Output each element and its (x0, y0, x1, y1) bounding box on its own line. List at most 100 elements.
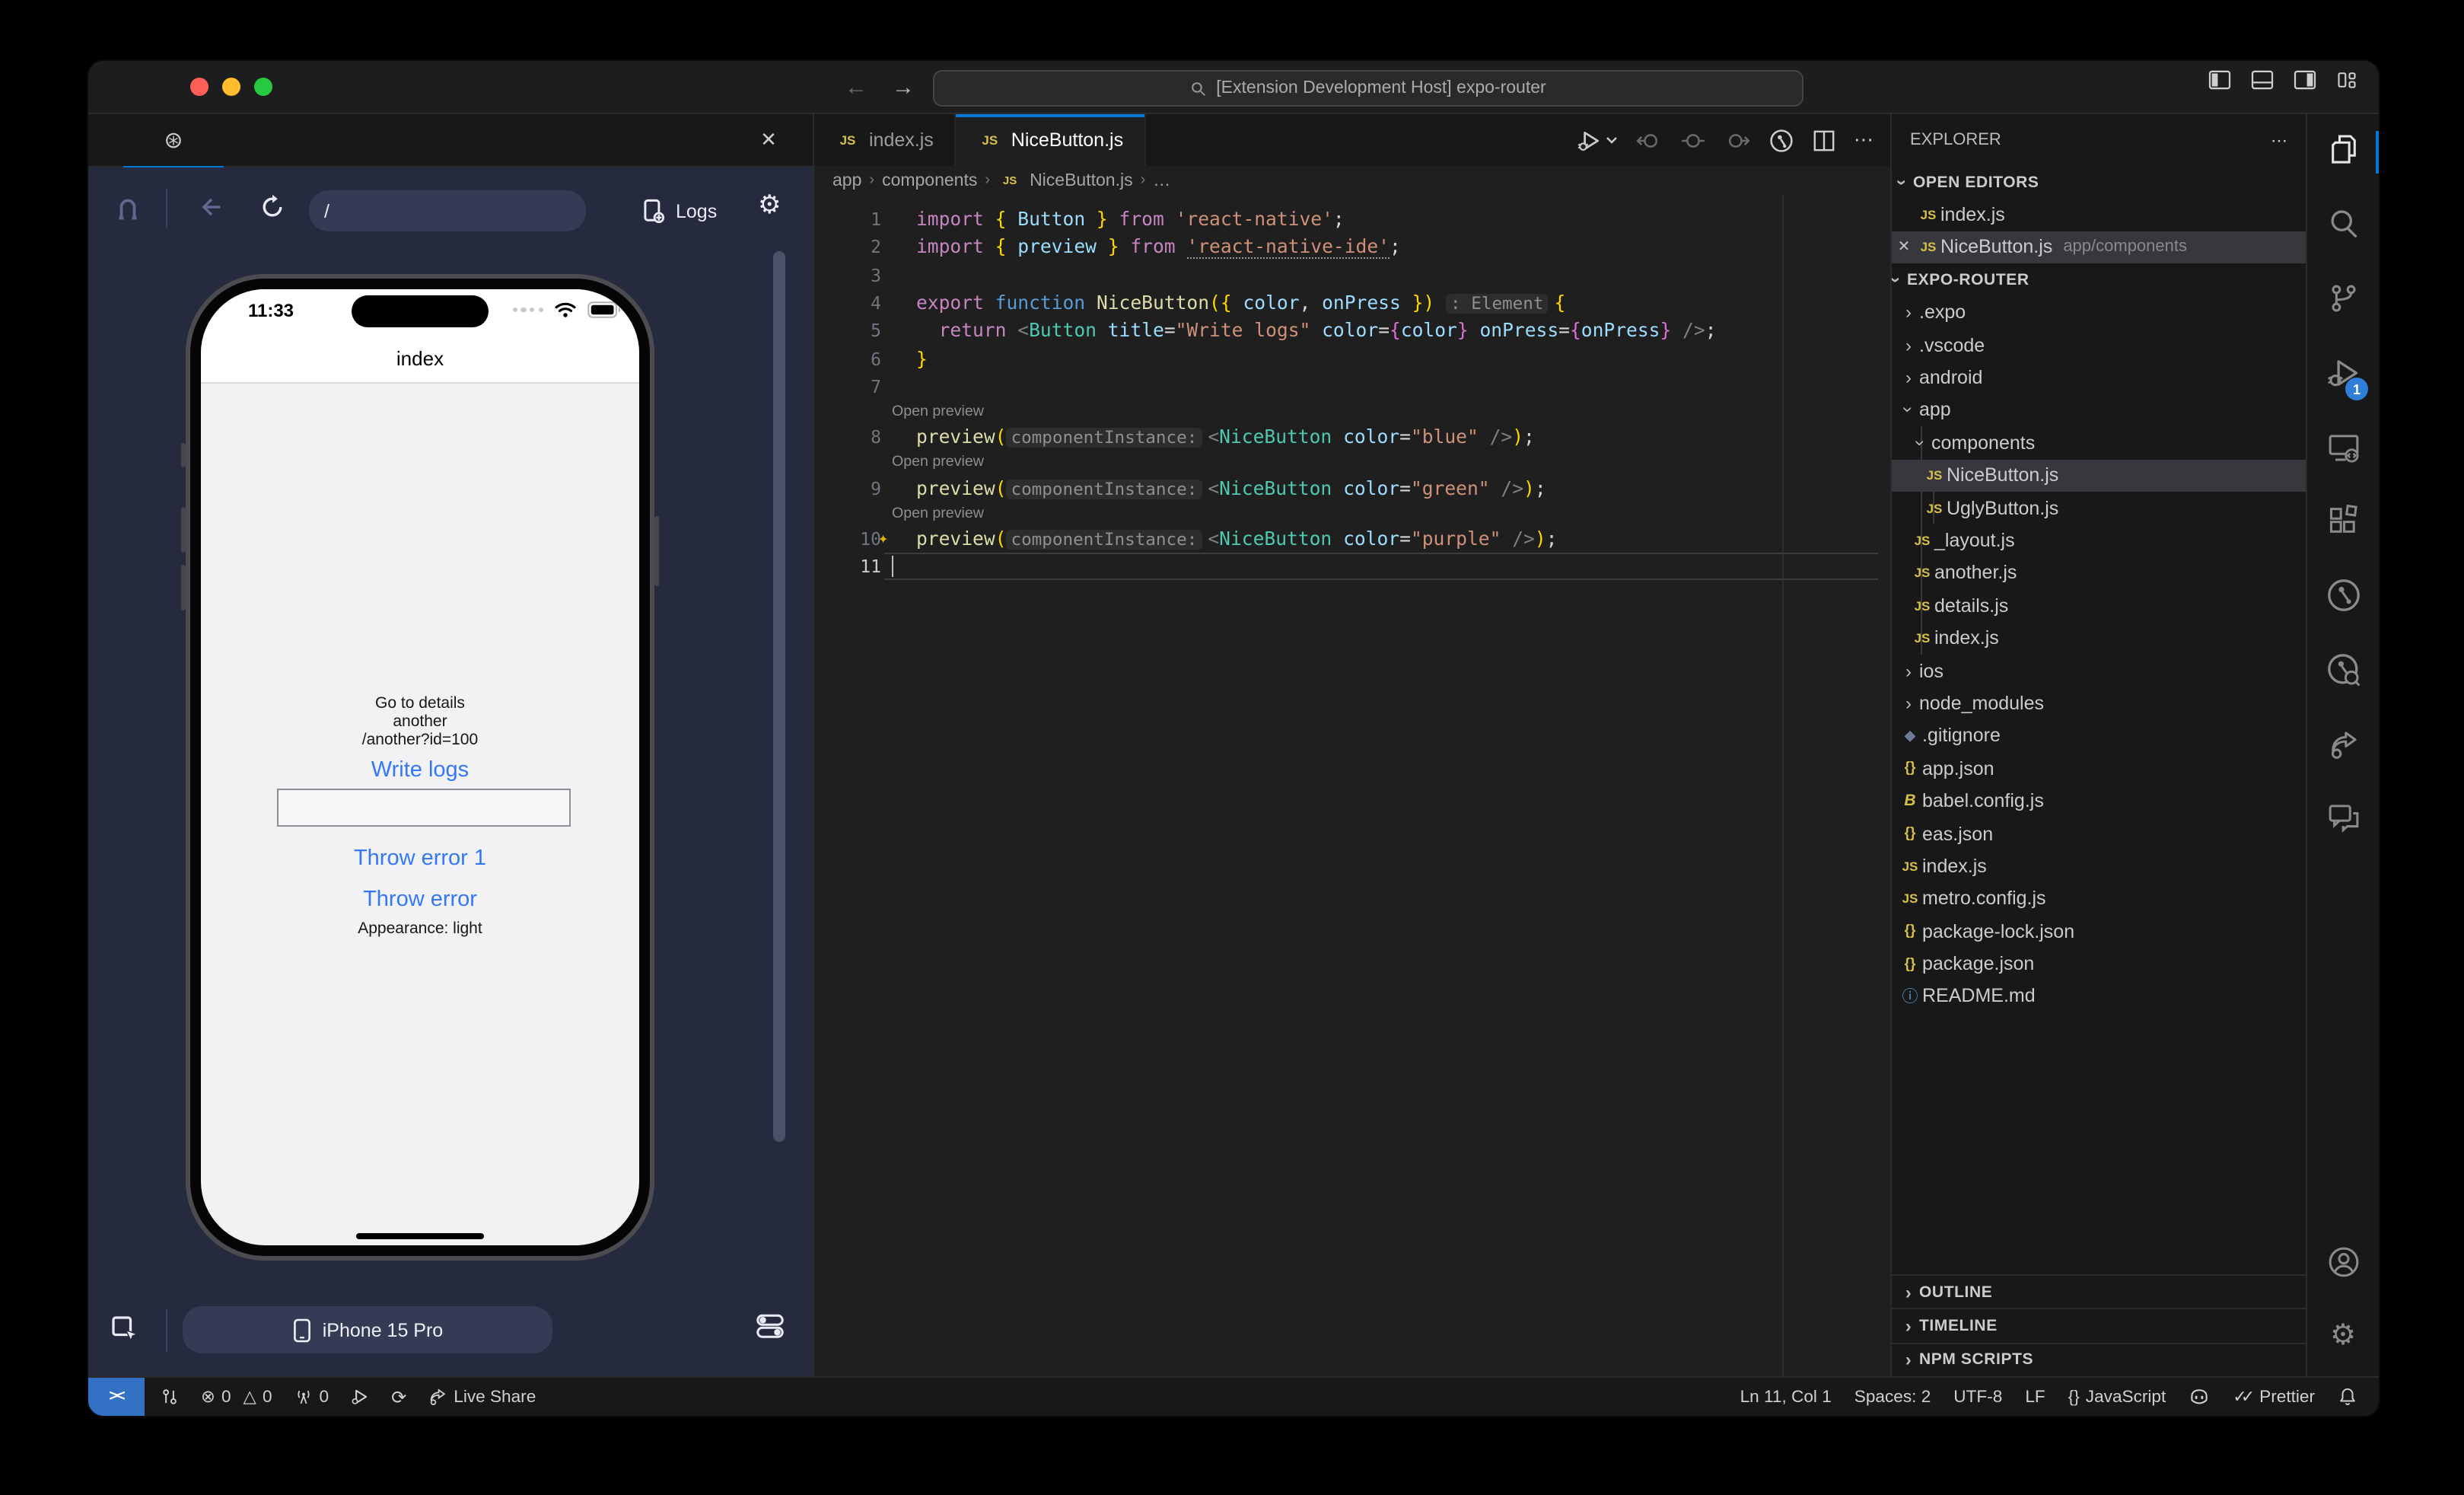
codelens-open-preview[interactable]: Open preview (814, 400, 1890, 423)
tree-item--gitignore[interactable]: ◆.gitignore (1892, 719, 2306, 752)
section-project-root[interactable]: ›EXPO-ROUTER (1892, 263, 2306, 296)
iphone-simulator[interactable]: 11:33 (186, 274, 654, 1261)
breadcrumb-file[interactable]: NiceButton.js (1030, 171, 1133, 190)
tree-item-index-js[interactable]: JSindex.js (1892, 850, 2306, 882)
split-editor-icon[interactable] (1813, 129, 1835, 151)
remote-explorer-view-icon[interactable] (2307, 417, 2379, 478)
record-step-icon[interactable] (1680, 127, 1706, 153)
tab-nicebutton-js[interactable]: JS NiceButton.js (957, 114, 1146, 166)
another-id-link[interactable]: /another?id=100 (201, 731, 639, 749)
tree-item--layout-js[interactable]: JS_layout.js (1892, 524, 2306, 557)
breadcrumb-components[interactable]: components (882, 171, 977, 190)
toggle-sidebar-right-icon[interactable] (2294, 70, 2316, 90)
code-line[interactable]: 2import { preview } from 'react-native-i… (814, 234, 1890, 262)
breadcrumb-app[interactable]: app (832, 171, 861, 190)
language-mode[interactable]: {} JavaScript (2068, 1388, 2166, 1406)
settings-gear-icon[interactable]: ⚙ (2307, 1305, 2379, 1366)
command-center[interactable]: [Extension Development Host] expo-router (933, 70, 1803, 107)
code-line[interactable]: ✦10preview(componentInstance:<NiceButton… (814, 524, 1890, 553)
problems-indicator[interactable]: ⊗ 0 △ 0 (201, 1387, 272, 1407)
history-forward-icon[interactable]: → (892, 74, 915, 100)
tree-item-uglybutton-js[interactable]: JSUglyButton.js (1892, 492, 2306, 524)
select-element-icon[interactable] (110, 1314, 140, 1344)
accounts-icon[interactable] (2307, 1232, 2379, 1293)
tree-item-package-lock-json[interactable]: {}package-lock.json (1892, 915, 2306, 948)
tree-item-components[interactable]: ›components (1892, 426, 2306, 459)
url-bar[interactable]: / (309, 190, 586, 231)
panel-tab-radon-ide[interactable]: ⊛ (123, 114, 224, 169)
inspect-element-icon[interactable] (113, 193, 143, 224)
maximize-window-button[interactable] (254, 78, 272, 96)
tree-item-app-json[interactable]: {}app.json (1892, 752, 2306, 785)
notifications-bell-icon[interactable] (2338, 1387, 2357, 1407)
breadcrumb-symbol[interactable]: … (1153, 171, 1170, 190)
forwarded-ports[interactable]: 0 (294, 1387, 329, 1407)
remote-indicator[interactable]: >< (88, 1378, 145, 1416)
section-outline[interactable]: ›OUTLINE (1892, 1274, 2306, 1309)
logs-button[interactable]: Logs (639, 190, 717, 231)
reload-icon[interactable] (259, 193, 286, 221)
ports-icon[interactable] (160, 1387, 180, 1407)
history-back-icon[interactable]: ← (845, 74, 867, 100)
copilot-icon[interactable] (2189, 1387, 2210, 1407)
back-icon[interactable] (198, 193, 225, 221)
minimize-window-button[interactable] (222, 78, 240, 96)
tree-item-details-js[interactable]: JSdetails.js (1892, 589, 2306, 622)
tab-index-js[interactable]: JS index.js (814, 114, 957, 166)
phone-text-input[interactable] (277, 789, 571, 827)
tree-item-app[interactable]: ›app (1892, 394, 2306, 426)
close-panel-icon[interactable]: ✕ (749, 114, 788, 166)
device-settings-icon[interactable] (755, 1311, 785, 1341)
code-line[interactable]: 11 (814, 553, 1890, 581)
run-and-debug-view-icon[interactable]: 1 (2307, 343, 2379, 403)
tree-item-node-modules[interactable]: ›node_modules (1892, 687, 2306, 720)
run-and-debug-icon[interactable] (1577, 127, 1618, 153)
panel-settings-gear-icon[interactable]: ⚙ (758, 190, 782, 221)
code-editor[interactable]: 1import { Button } from 'react-native';2… (814, 195, 1890, 1376)
code-line[interactable]: 1import { Button } from 'react-native'; (814, 206, 1890, 234)
tree-item--vscode[interactable]: ›.vscode (1892, 329, 2306, 362)
codelens-open-preview[interactable]: Open preview (814, 451, 1890, 474)
search-view-icon[interactable] (2307, 193, 2379, 254)
section-open-editors[interactable]: ›OPEN EDITORS (1892, 166, 2306, 199)
toggle-sidebar-left-icon[interactable] (2208, 70, 2231, 90)
eol-sequence[interactable]: LF (2025, 1388, 2045, 1406)
throw-error-button[interactable]: Throw error (201, 888, 639, 912)
another-link[interactable]: another (201, 712, 639, 731)
code-line[interactable]: 3 (814, 261, 1890, 289)
panel-scrollbar[interactable] (773, 251, 785, 1142)
timeline-icon[interactable] (1768, 127, 1794, 153)
encoding[interactable]: UTF-8 (1953, 1388, 2002, 1406)
close-window-button[interactable] (190, 78, 209, 96)
explorer-view-icon[interactable] (2307, 119, 2379, 180)
code-line[interactable]: 6} (814, 345, 1890, 373)
codelens-open-preview[interactable]: Open preview (814, 502, 1890, 524)
debug-console-icon[interactable] (350, 1387, 370, 1407)
tree-item--expo[interactable]: ›.expo (1892, 296, 2306, 329)
step-forward-icon[interactable] (1724, 127, 1750, 153)
extensions-view-icon[interactable] (2307, 490, 2379, 551)
breadcrumb[interactable]: app › components › JS NiceButton.js › … (814, 166, 1890, 195)
device-selector[interactable]: iPhone 15 Pro (183, 1306, 552, 1353)
formatter-status[interactable]: ✓✓ Prettier (2233, 1387, 2315, 1407)
sync-icon[interactable]: ⟳ (391, 1386, 406, 1407)
tree-item-eas-json[interactable]: {}eas.json (1892, 818, 2306, 850)
radon-graph-view-icon[interactable] (2307, 565, 2379, 626)
tree-item-package-json[interactable]: {}package.json (1892, 948, 2306, 980)
live-share-view-icon[interactable] (2307, 714, 2379, 775)
views-more-actions-icon[interactable]: ⋯ (2271, 130, 2287, 150)
comments-view-icon[interactable] (2307, 787, 2379, 848)
indentation[interactable]: Spaces: 2 (1854, 1388, 1931, 1406)
customize-layout-icon[interactable] (2336, 70, 2357, 90)
step-back-icon[interactable] (1636, 127, 1662, 153)
code-line[interactable]: 9preview(componentInstance:<NiceButton c… (814, 474, 1890, 502)
code-line[interactable]: 4export function NiceButton({ color, onP… (814, 289, 1890, 317)
code-line[interactable]: 8preview(componentInstance:<NiceButton c… (814, 423, 1890, 451)
tree-item-readme-md[interactable]: ⓘREADME.md (1892, 980, 2306, 1013)
throw-error-1-button[interactable]: Throw error 1 (201, 846, 639, 871)
section-npm-scripts[interactable]: ›NPM SCRIPTS (1892, 1342, 2306, 1376)
tree-item-metro-config-js[interactable]: JSmetro.config.js (1892, 882, 2306, 915)
code-line[interactable]: 7 (814, 373, 1890, 401)
close-editor-icon[interactable]: ✕ (1892, 239, 1916, 256)
tree-item-index-js[interactable]: JSindex.js (1892, 622, 2306, 655)
